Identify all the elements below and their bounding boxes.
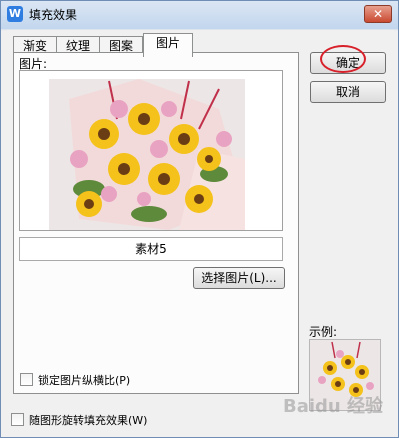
close-button[interactable]: ✕	[364, 5, 392, 23]
dialog-body: 渐变 纹理 图案 图片 图片: 素材5 选择图片(L)... 锁定图片纵横比(P…	[7, 30, 394, 433]
fill-effects-dialog: W 填充效果 ✕ 渐变 纹理 图案 图片 图片: 素材5 选择图片(L)... …	[0, 0, 399, 438]
rotate-with-shape-checkbox[interactable]	[11, 413, 24, 426]
flower-bouquet-image	[49, 79, 245, 230]
bouquet-illustration	[49, 79, 245, 230]
tab-picture[interactable]: 图片	[143, 33, 193, 57]
dialog-title: 填充效果	[29, 8, 78, 22]
picture-name-field: 素材5	[19, 237, 283, 261]
title-bar: W 填充效果 ✕	[1, 1, 398, 29]
wps-app-icon: W	[7, 6, 23, 22]
ok-highlight-annotation	[320, 45, 366, 73]
sample-label: 示例:	[309, 325, 338, 339]
select-picture-button[interactable]: 选择图片(L)...	[193, 267, 285, 289]
picture-preview-frame	[19, 70, 283, 231]
lock-aspect-ratio-label: 锁定图片纵横比(P)	[38, 374, 131, 387]
lock-aspect-ratio-option[interactable]: 锁定图片纵横比(P)	[20, 373, 130, 389]
cancel-button[interactable]: 取消	[310, 81, 386, 103]
rotate-with-shape-label: 随图形旋转填充效果(W)	[29, 414, 148, 427]
rotate-with-shape-option[interactable]: 随图形旋转填充效果(W)	[11, 413, 147, 429]
picture-tab-panel: 图片: 素材5 选择图片(L)... 锁定图片纵横比(P)	[13, 52, 299, 394]
lock-aspect-ratio-checkbox[interactable]	[20, 373, 33, 386]
watermark: Baidu 经验	[283, 396, 384, 417]
